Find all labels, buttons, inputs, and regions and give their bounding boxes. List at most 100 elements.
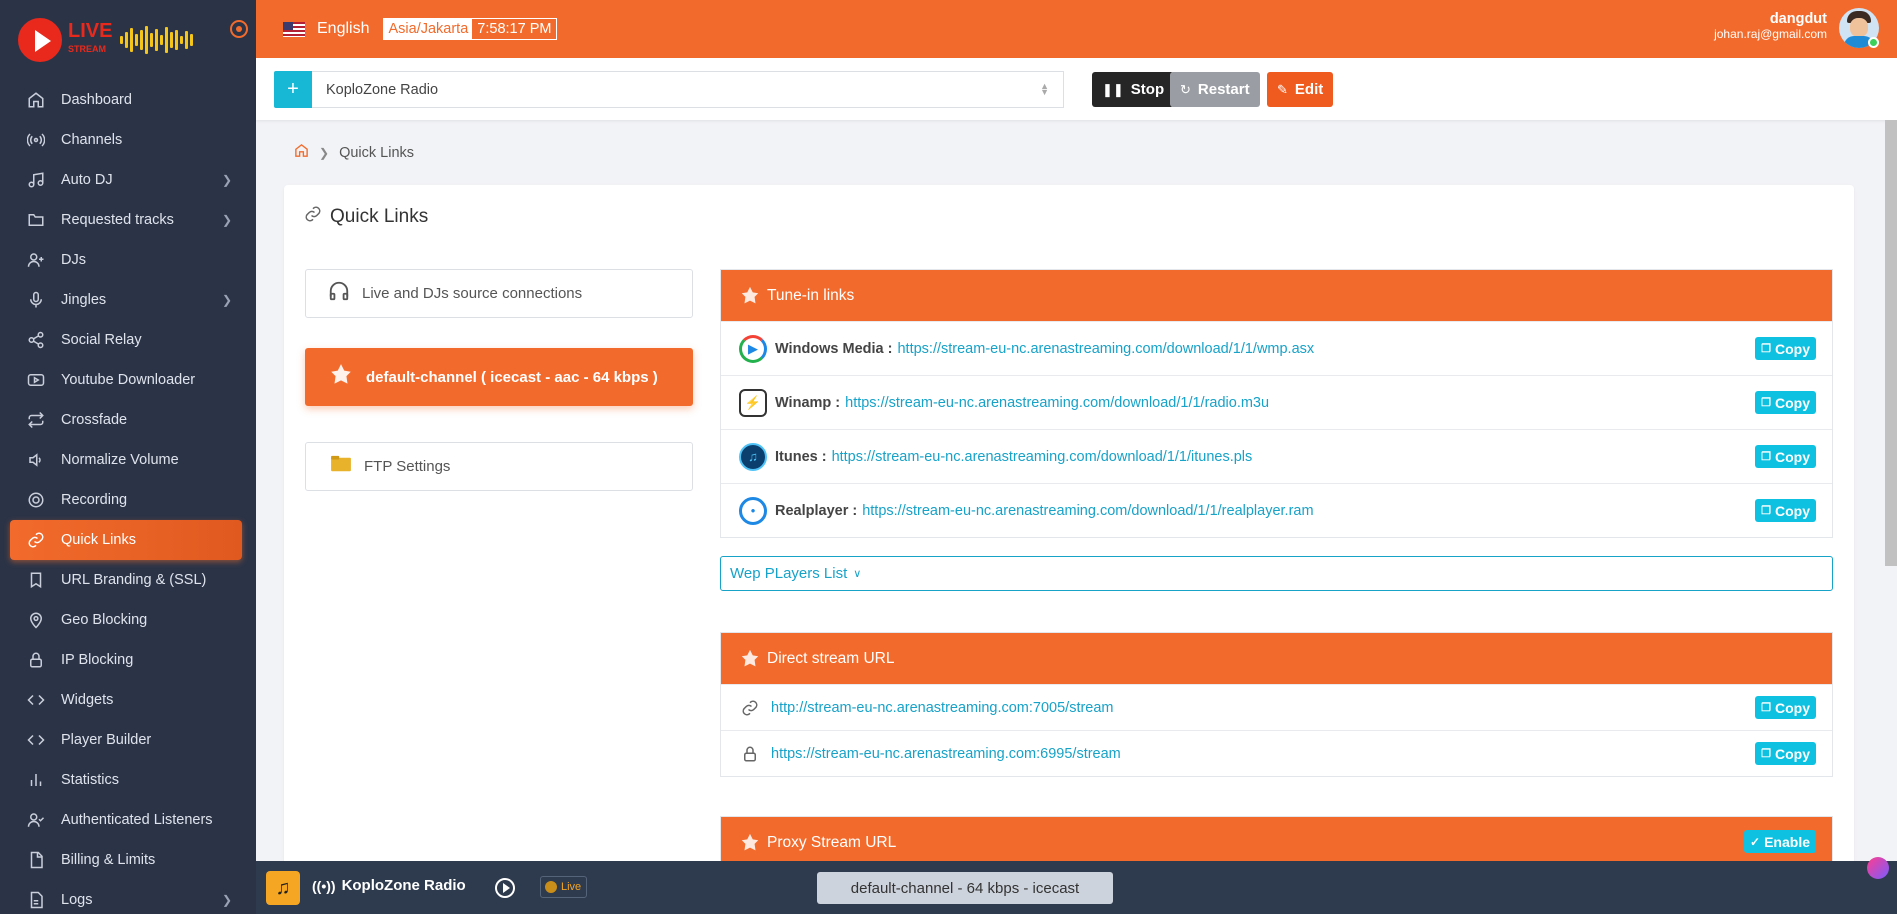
- channel-toolbar: + KoploZone Radio ▲ ▼ ❚❚ Stop ↻ Restart ✎ Ed…: [256, 58, 1897, 120]
- copy-button[interactable]: ❐ Copy: [1755, 696, 1816, 719]
- sidebar-item-social-relay[interactable]: Social Relay: [0, 320, 256, 360]
- direct-row-http: http://stream-eu-nc.arenastreaming.com:7…: [721, 684, 1832, 730]
- sidebar-item-djs[interactable]: DJs: [0, 240, 256, 280]
- sidebar-item-youtube-downloader[interactable]: Youtube Downloader: [0, 360, 256, 400]
- direct-row-https: https://stream-eu-nc.arenastreaming.com:…: [721, 730, 1832, 776]
- user-info[interactable]: dangdut johan.raj@gmail.com: [1714, 11, 1827, 41]
- sidebar-item-requested-tracks[interactable]: Requested tracks ❯: [0, 200, 256, 240]
- refresh-icon: ↻: [1180, 81, 1191, 97]
- channel-select-value: KoploZone Radio: [326, 81, 439, 98]
- copy-icon: ❐: [1761, 748, 1771, 760]
- live-badge: Live: [540, 876, 588, 898]
- breadcrumb-current: Quick Links: [339, 145, 415, 161]
- sidebar-item-url-branding[interactable]: URL Branding & (SSL): [0, 560, 256, 600]
- icecast-icon: [739, 285, 761, 307]
- row-url-link[interactable]: https://stream-eu-nc.arenastreaming.com/…: [862, 503, 1313, 519]
- live-dot-icon: [545, 881, 557, 893]
- music-note-icon: [26, 170, 46, 190]
- tunein-links-panel: Tune-in links ▶ Windows Media : https://…: [720, 269, 1833, 538]
- enable-button[interactable]: ✓ Enable: [1744, 830, 1816, 853]
- sidebar-item-label: Logs: [61, 892, 93, 908]
- panel-title: Direct stream URL: [767, 649, 895, 667]
- sidebar-item-authenticated-listeners[interactable]: Authenticated Listeners: [0, 800, 256, 840]
- top-header: English Asia/Jakarta 7:58:17 PM dangdut …: [256, 0, 1897, 58]
- copy-label: Copy: [1775, 340, 1810, 357]
- web-players-dropdown[interactable]: Wep PLayers List ∨: [720, 556, 1833, 591]
- home-icon[interactable]: [294, 143, 309, 163]
- sidebar-item-label: Geo Blocking: [61, 612, 148, 628]
- sidebar-item-crossfade[interactable]: Crossfade: [0, 400, 256, 440]
- code-icon: [26, 730, 46, 750]
- sidebar-item-channels[interactable]: Channels: [0, 120, 256, 160]
- tunein-row-realplayer: • Realplayer : https://stream-eu-nc.aren…: [721, 483, 1832, 537]
- copy-button[interactable]: ❐ Copy: [1755, 391, 1816, 414]
- sidebar-item-label: Normalize Volume: [61, 452, 179, 468]
- tab-ftp-settings[interactable]: FTP Settings: [305, 442, 693, 491]
- row-label: Windows Media :: [775, 340, 893, 357]
- bottom-player: ♫ ((•)) KoploZone Radio Live default-cha…: [256, 861, 1897, 914]
- sidebar-item-ip-blocking[interactable]: IP Blocking: [0, 640, 256, 680]
- channel-select[interactable]: KoploZone Radio ▲ ▼: [312, 71, 1064, 108]
- sidebar-item-label: Recording: [61, 492, 128, 508]
- sidebar-item-statistics[interactable]: Statistics: [0, 760, 256, 800]
- lock-icon: [26, 650, 46, 670]
- row-url-link[interactable]: https://stream-eu-nc.arenastreaming.com/…: [832, 449, 1253, 465]
- scrollbar-thumb[interactable]: [1885, 120, 1897, 566]
- sidebar-item-quick-links[interactable]: Quick Links: [10, 520, 242, 560]
- copy-button[interactable]: ❐ Copy: [1755, 499, 1816, 522]
- sidebar-item-geo-blocking[interactable]: Geo Blocking: [0, 600, 256, 640]
- link-icon: [304, 205, 322, 228]
- stop-button[interactable]: ❚❚ Stop: [1092, 72, 1175, 107]
- user-email: johan.raj@gmail.com: [1714, 27, 1827, 41]
- copy-icon: ❐: [1761, 505, 1771, 517]
- row-url-link[interactable]: https://stream-eu-nc.arenastreaming.com:…: [771, 746, 1121, 762]
- sidebar-item-label: Authenticated Listeners: [61, 812, 213, 828]
- row-url-link[interactable]: http://stream-eu-nc.arenastreaming.com:7…: [771, 700, 1114, 716]
- sidebar-item-dashboard[interactable]: Dashboard: [0, 80, 256, 120]
- restart-button[interactable]: ↻ Restart: [1170, 72, 1260, 107]
- tab-default-channel[interactable]: default-channel ( icecast - aac - 64 kbp…: [305, 348, 693, 406]
- sidebar-item-logs[interactable]: Logs ❯: [0, 880, 256, 914]
- sidebar-item-auto-dj[interactable]: Auto DJ ❯: [0, 160, 256, 200]
- share-icon: [26, 330, 46, 350]
- sidebar-item-label: Quick Links: [61, 532, 136, 548]
- tunein-row-windows-media: ▶ Windows Media : https://stream-eu-nc.a…: [721, 321, 1832, 375]
- sidebar-item-player-builder[interactable]: Player Builder: [0, 720, 256, 760]
- tab-live-dj-sources[interactable]: Live and DJs source connections: [305, 269, 693, 318]
- map-pin-icon: [26, 610, 46, 630]
- chevron-right-icon: ❯: [221, 293, 232, 307]
- sidebar-item-billing[interactable]: Billing & Limits: [0, 840, 256, 880]
- add-channel-button[interactable]: +: [274, 71, 312, 108]
- page-title-text: Quick Links: [330, 205, 429, 227]
- player-channel-info: default-channel - 64 kbps - icecast: [817, 872, 1113, 904]
- home-icon: [26, 90, 46, 110]
- logo-live-text: LIVE: [68, 20, 113, 42]
- language-selector[interactable]: English: [317, 20, 369, 38]
- copy-icon: ❐: [1761, 343, 1771, 355]
- sidebar-item-jingles[interactable]: Jingles ❯: [0, 280, 256, 320]
- sidebar-nav: Dashboard Channels Auto DJ ❯ Requested tr…: [0, 80, 256, 914]
- assistant-brain-icon[interactable]: [1867, 857, 1889, 879]
- row-url-link[interactable]: https://stream-eu-nc.arenastreaming.com/…: [897, 341, 1314, 357]
- code-icon: [26, 690, 46, 710]
- edit-button[interactable]: ✎ Edit: [1267, 72, 1334, 107]
- row-label: Itunes :: [775, 448, 827, 465]
- panel-title: Proxy Stream URL: [767, 833, 897, 851]
- page-title: Quick Links: [304, 205, 428, 228]
- logo[interactable]: LIVE STREAM: [0, 0, 256, 80]
- play-button[interactable]: [495, 878, 515, 898]
- crossfade-icon: [26, 410, 46, 430]
- chevron-right-icon: ❯: [319, 146, 330, 160]
- sidebar-item-normalize-volume[interactable]: Normalize Volume: [0, 440, 256, 480]
- copy-button[interactable]: ❐ Copy: [1755, 742, 1816, 765]
- us-flag-icon[interactable]: [283, 21, 305, 37]
- copy-button[interactable]: ❐ Copy: [1755, 337, 1816, 360]
- copy-button[interactable]: ❐ Copy: [1755, 445, 1816, 468]
- icecast-icon: [739, 832, 761, 854]
- link-icon: [26, 530, 46, 550]
- sidebar-item-widgets[interactable]: Widgets: [0, 680, 256, 720]
- row-url-link[interactable]: https://stream-eu-nc.arenastreaming.com/…: [845, 395, 1269, 411]
- sidebar-item-recording[interactable]: Recording: [0, 480, 256, 520]
- target-icon[interactable]: [230, 20, 248, 38]
- user-plus-icon: [26, 250, 46, 270]
